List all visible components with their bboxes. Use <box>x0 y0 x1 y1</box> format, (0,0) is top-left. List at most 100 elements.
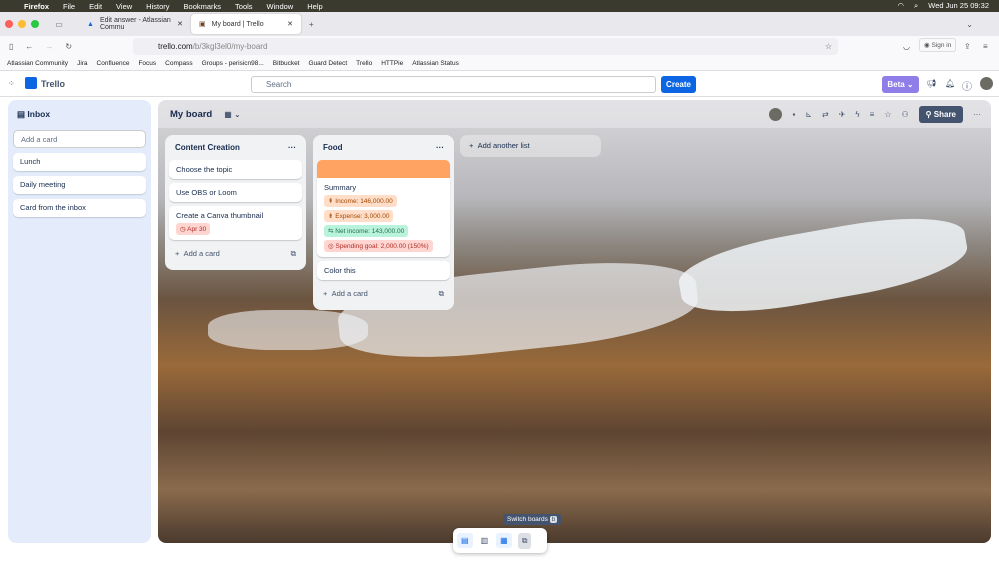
close-tab-icon[interactable]: ✕ <box>287 20 293 28</box>
member-avatar[interactable] <box>769 107 783 121</box>
inbox-card[interactable]: Lunch <box>13 153 146 171</box>
bookmark[interactable]: Jira <box>77 60 87 67</box>
navigation-bar: ▯ ← → ↻ trello.com/b/3kgl3el0/my-board ☆ … <box>0 36 999 57</box>
chevron-down-icon[interactable]: ⌄ <box>966 20 973 29</box>
back-icon[interactable]: ← <box>25 42 33 51</box>
bookmark[interactable]: Groups - perisicn98... <box>202 60 264 67</box>
minimize-window-button[interactable] <box>18 20 26 28</box>
switch-boards-icon[interactable]: ⧉ <box>517 532 532 549</box>
app-switcher-icon[interactable]: ⁘ <box>8 79 15 88</box>
create-button[interactable]: Create <box>661 76 696 93</box>
bookmark[interactable]: Atlassian Community <box>7 60 68 67</box>
inbox-panel: ▤ Inbox Add a card Lunch Daily meeting C… <box>8 100 151 543</box>
search-icon[interactable]: ⌕ <box>914 1 918 11</box>
list-menu-icon[interactable]: ··· <box>436 143 444 152</box>
chart-icon[interactable]: ⊾ <box>805 110 812 119</box>
new-tab-icon[interactable]: + <box>309 20 314 29</box>
bottom-nav: ▤ ▥ ▦ ⧉ <box>453 528 547 553</box>
switch-boards-tooltip: Switch boards b <box>503 514 562 525</box>
mac-menubar: Firefox File Edit View History Bookmarks… <box>0 0 999 12</box>
star-icon[interactable]: ☆ <box>884 110 891 119</box>
due-date-badge[interactable]: ◷ Apr 30 <box>176 223 211 235</box>
wifi-icon[interactable]: ◠ <box>898 1 905 11</box>
inbox-title: ▤ Inbox <box>17 109 51 119</box>
pocket-icon[interactable]: ◡ <box>903 42 910 51</box>
tab-overview-icon[interactable]: ▭ <box>39 20 79 29</box>
inbox-toggle-icon[interactable]: ▤ <box>457 533 473 548</box>
avatar[interactable] <box>980 77 993 90</box>
add-list-button[interactable]: + Add another list <box>460 135 601 157</box>
extensions-icon[interactable]: ⇪ <box>964 42 971 51</box>
menu-file[interactable]: File <box>63 2 75 11</box>
inbox-card[interactable]: Card from the inbox <box>13 199 146 217</box>
bookmark[interactable]: Guard Detect <box>309 60 348 67</box>
card[interactable]: Color this <box>317 261 450 280</box>
more-icon[interactable]: ··· <box>973 110 981 119</box>
tab-trello[interactable]: ▣ My board | Trello ✕ <box>191 14 301 34</box>
trello-logo-text[interactable]: Trello <box>41 79 65 89</box>
card[interactable]: Choose the topic <box>169 160 302 179</box>
tab-atlassian[interactable]: ▲ Edit answer - Atlassian Commu ✕ <box>79 14 191 34</box>
rocket-icon[interactable]: ✈ <box>839 110 846 119</box>
add-card-button[interactable]: + Add a card <box>323 289 368 299</box>
close-window-button[interactable] <box>5 20 13 28</box>
bookmark[interactable]: Focus <box>138 60 156 67</box>
menu-firefox[interactable]: Firefox <box>24 2 49 11</box>
menu-icon[interactable]: ≡ <box>983 42 988 51</box>
help-icon[interactable]: ⓘ <box>962 78 972 93</box>
menu-tools[interactable]: Tools <box>235 2 253 11</box>
bookmark[interactable]: Atlassian Status <box>412 60 459 67</box>
sidebar-icon[interactable]: ▯ <box>9 42 13 51</box>
star-icon[interactable]: ☆ <box>825 42 832 51</box>
bookmark[interactable]: Compass <box>165 60 192 67</box>
list-title[interactable]: Content Creation <box>175 143 240 152</box>
bookmark[interactable]: Bitbucket <box>273 60 300 67</box>
inbox-icon: ▤ <box>17 109 26 119</box>
filter-icon[interactable]: ≡ <box>870 110 875 119</box>
zoom-window-button[interactable] <box>31 20 39 28</box>
card[interactable]: Create a Canva thumbnail ◷ Apr 30 <box>169 206 302 240</box>
clock[interactable]: Wed Jun 25 09:32 <box>928 1 989 11</box>
reload-icon[interactable]: ↻ <box>65 42 72 51</box>
card[interactable]: Use OBS or Loom <box>169 183 302 202</box>
visibility-icon[interactable]: ⚇ <box>902 110 909 119</box>
trello-logo-icon[interactable] <box>25 77 37 89</box>
megaphone-icon[interactable]: 📢︎ <box>926 79 936 88</box>
menu-edit[interactable]: Edit <box>89 2 102 11</box>
list-food: Food ··· Summary ⇞ Income: 146,000.00 ⇟ E… <box>313 135 454 310</box>
planner-icon[interactable]: ▥ <box>479 533 491 548</box>
spending-goal-badge: ◎ Spending goal: 2,000.00 (150%) <box>324 240 433 252</box>
list-title[interactable]: Food <box>323 143 343 152</box>
beta-button[interactable]: Beta ⌄ <box>882 76 919 93</box>
menu-help[interactable]: Help <box>307 2 322 11</box>
bookmark[interactable]: HTTPie <box>381 60 403 67</box>
search-input[interactable]: Search <box>251 76 656 93</box>
board-toggle-icon[interactable]: ▦ <box>496 533 512 548</box>
bookmark[interactable]: Trello <box>356 60 372 67</box>
menu-view[interactable]: View <box>116 2 132 11</box>
automation-icon[interactable]: ⇄ <box>822 110 829 119</box>
url-bar[interactable]: trello.com/b/3kgl3el0/my-board ☆ <box>133 38 838 55</box>
bookmark[interactable]: Confluence <box>97 60 130 67</box>
tab-bar: ▭ ▲ Edit answer - Atlassian Commu ✕ ▣ My bo… <box>0 12 999 36</box>
sign-in-button[interactable]: ◉ Sign in <box>919 38 957 52</box>
background-snow <box>208 310 368 350</box>
board-title[interactable]: My board <box>170 109 212 120</box>
inbox-add-card-input[interactable]: Add a card <box>13 130 146 148</box>
share-button[interactable]: ⚲ Share <box>918 105 963 123</box>
power-up-icon[interactable]: ▪ <box>792 110 795 119</box>
template-icon[interactable]: ⧉ <box>439 289 444 299</box>
menu-bookmarks[interactable]: Bookmarks <box>184 2 222 11</box>
list-menu-icon[interactable]: ··· <box>288 143 296 152</box>
add-card-button[interactable]: + Add a card <box>175 249 220 259</box>
lightning-icon[interactable]: ϟ <box>855 110 859 119</box>
close-tab-icon[interactable]: ✕ <box>177 20 183 28</box>
menu-window[interactable]: Window <box>267 2 294 11</box>
bell-icon[interactable]: 🔔︎ <box>945 79 955 88</box>
menu-history[interactable]: History <box>146 2 169 11</box>
forward-icon[interactable]: → <box>45 42 53 51</box>
template-icon[interactable]: ⧉ <box>291 249 296 259</box>
inbox-card[interactable]: Daily meeting <box>13 176 146 194</box>
summary-card[interactable]: Summary ⇞ Income: 146,000.00 ⇟ Expense: … <box>317 160 450 257</box>
board-view-switcher-icon[interactable]: ▦ ⌄ <box>224 110 240 119</box>
